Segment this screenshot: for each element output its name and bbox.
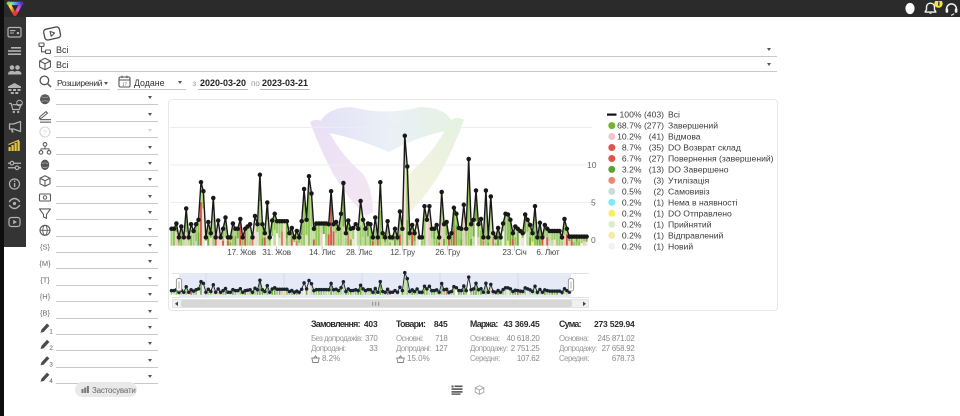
svg-text:68.7%: 68.7% [617, 121, 642, 131]
svg-text:(35): (35) [649, 143, 664, 153]
svg-text:(1): (1) [653, 241, 664, 251]
svg-text:0.7%: 0.7% [622, 176, 642, 186]
svg-text:0.2%: 0.2% [622, 208, 642, 218]
svg-text:100%: 100% [620, 110, 642, 120]
svg-text:3.2%: 3.2% [622, 165, 642, 175]
svg-text:(1): (1) [653, 198, 664, 208]
svg-text:DO Отправлено: DO Отправлено [668, 208, 732, 218]
svg-text:Нема в наявності: Нема в наявності [668, 198, 738, 208]
svg-text:Повернення (завершений): Повернення (завершений) [668, 154, 774, 164]
svg-text:(41): (41) [649, 132, 664, 142]
svg-text:(403): (403) [644, 110, 664, 120]
svg-text:(277): (277) [644, 121, 664, 131]
svg-text:0.2%: 0.2% [622, 230, 642, 240]
svg-text:Всі: Всі [668, 110, 680, 120]
svg-text:0.2%: 0.2% [622, 241, 642, 251]
svg-text:(1): (1) [653, 208, 664, 218]
svg-text:(2): (2) [653, 187, 664, 197]
svg-text:(3): (3) [653, 176, 664, 186]
svg-text:Завершений: Завершений [668, 121, 718, 131]
svg-text:10.2%: 10.2% [617, 132, 642, 142]
svg-text:Утилізація: Утилізація [668, 176, 710, 186]
svg-text:DO Возврат склад: DO Возврат склад [668, 143, 741, 153]
svg-text:0.2%: 0.2% [622, 198, 642, 208]
svg-text:Відправлений: Відправлений [668, 230, 724, 240]
svg-text:Новий: Новий [668, 241, 693, 251]
svg-text:Самовивіз: Самовивіз [668, 187, 710, 197]
svg-text:Відмова: Відмова [668, 132, 701, 142]
svg-text:(1): (1) [653, 230, 664, 240]
svg-text:8.7%: 8.7% [622, 143, 642, 153]
svg-text:(1): (1) [653, 219, 664, 229]
svg-text:(13): (13) [649, 165, 664, 175]
svg-text:Прийнятий: Прийнятий [668, 219, 712, 229]
svg-text:0.5%: 0.5% [622, 187, 642, 197]
svg-text:DO Завершено: DO Завершено [668, 165, 729, 175]
svg-text:(27): (27) [649, 154, 664, 164]
svg-text:0.2%: 0.2% [622, 219, 642, 229]
svg-text:6.7%: 6.7% [622, 154, 642, 164]
